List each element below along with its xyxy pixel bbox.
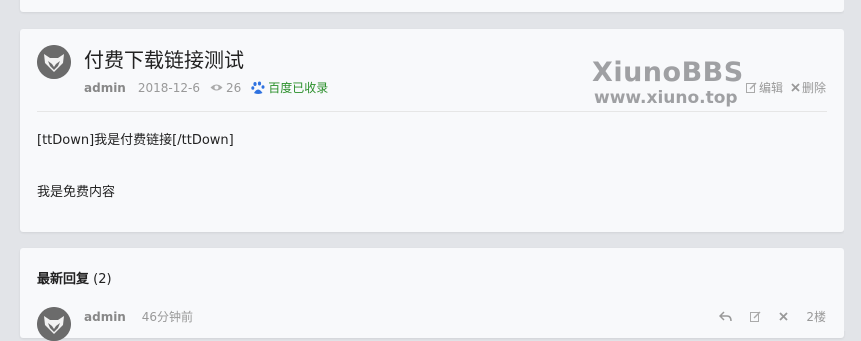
baidu-paw-icon	[251, 81, 265, 94]
delete-label: 删除	[801, 81, 826, 95]
scrollbar-track[interactable]	[844, 0, 861, 331]
reply-edit-button[interactable]	[750, 311, 761, 322]
replies-heading: 最新回复 (2)	[37, 268, 112, 287]
eye-icon	[210, 84, 223, 91]
post-title: 付费下载链接测试	[84, 48, 244, 72]
baidu-indexed-label: 百度已收录	[268, 81, 329, 95]
replies-count: (2)	[93, 272, 112, 287]
close-icon	[791, 83, 800, 92]
replies-card: 最新回复 (2) admin 46分钟前 2楼	[20, 248, 844, 341]
post-content-line: [ttDown]我是付费链接[/ttDown]	[37, 133, 234, 148]
post-views-count: 26	[225, 80, 242, 95]
avatar[interactable]	[37, 307, 71, 341]
delete-button[interactable]: 删除	[791, 79, 826, 96]
post-actions: 编辑 删除	[738, 79, 826, 96]
baidu-indexed[interactable]: 百度已收录	[251, 79, 328, 96]
avatar-fox-icon	[37, 45, 71, 79]
post-author[interactable]: admin	[84, 81, 126, 95]
post-meta: admin 2018-12-6 26 百度已收录	[84, 79, 328, 96]
reply-author[interactable]: admin	[84, 310, 126, 324]
close-icon	[779, 312, 788, 321]
replies-heading-label: 最新回复	[37, 272, 90, 287]
reply-time: 46分钟前	[141, 310, 193, 324]
avatar[interactable]	[37, 45, 71, 79]
post-content-line: 我是免费内容	[37, 185, 116, 200]
reply-button[interactable]	[719, 311, 733, 322]
reply-floor: 2楼	[806, 310, 826, 324]
avatar-fox-icon	[37, 307, 71, 341]
post-card: 付费下载链接测试 admin 2018-12-6 26 百度已收录 编辑 删除 …	[20, 29, 844, 232]
reply-icon	[719, 311, 733, 322]
divider	[37, 111, 827, 112]
reply-actions: 2楼	[701, 308, 826, 325]
post-date: 2018-12-6	[137, 80, 200, 95]
reply-meta: admin 46分钟前	[84, 308, 193, 325]
post-views: 26	[210, 81, 241, 95]
reply-delete-button[interactable]	[779, 312, 788, 321]
edit-icon	[745, 82, 757, 93]
previous-card	[20, 0, 844, 12]
edit-label: 编辑	[758, 81, 783, 95]
edit-icon	[750, 311, 761, 322]
edit-button[interactable]: 编辑	[745, 79, 783, 96]
